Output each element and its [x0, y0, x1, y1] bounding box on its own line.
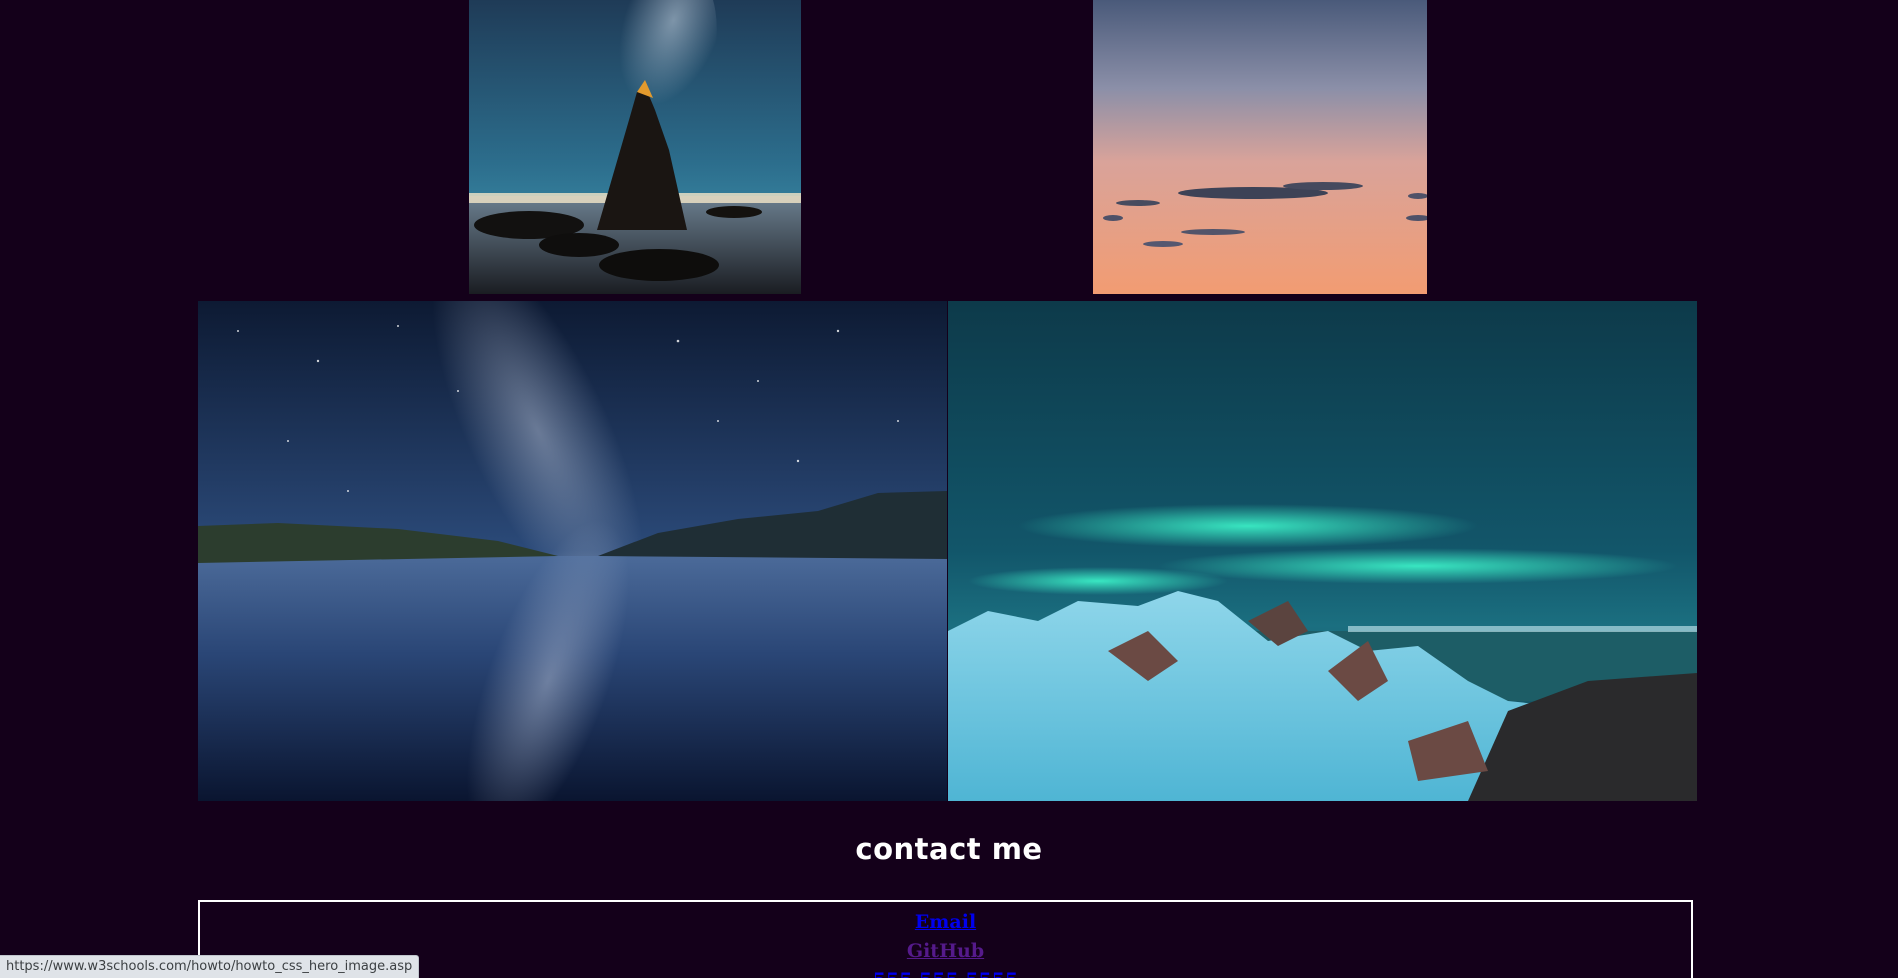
photo-lake-milky-way	[198, 301, 947, 801]
photo-aurora-snowy-rocks	[948, 301, 1697, 801]
page: contact me Email GitHub 555 555 5555 htt…	[0, 0, 1898, 978]
github-link[interactable]: GitHub	[200, 937, 1691, 966]
photo-sea-stack-milky-way	[469, 0, 801, 294]
email-link[interactable]: Email	[200, 908, 1691, 937]
contact-box: Email GitHub 555 555 5555	[198, 900, 1693, 978]
phone-link[interactable]: 555 555 5555	[200, 966, 1691, 978]
status-bar-url: https://www.w3schools.com/howto/howto_cs…	[0, 955, 420, 978]
photo-sunset-clouds	[1093, 0, 1427, 294]
contact-heading: contact me	[855, 832, 1043, 866]
